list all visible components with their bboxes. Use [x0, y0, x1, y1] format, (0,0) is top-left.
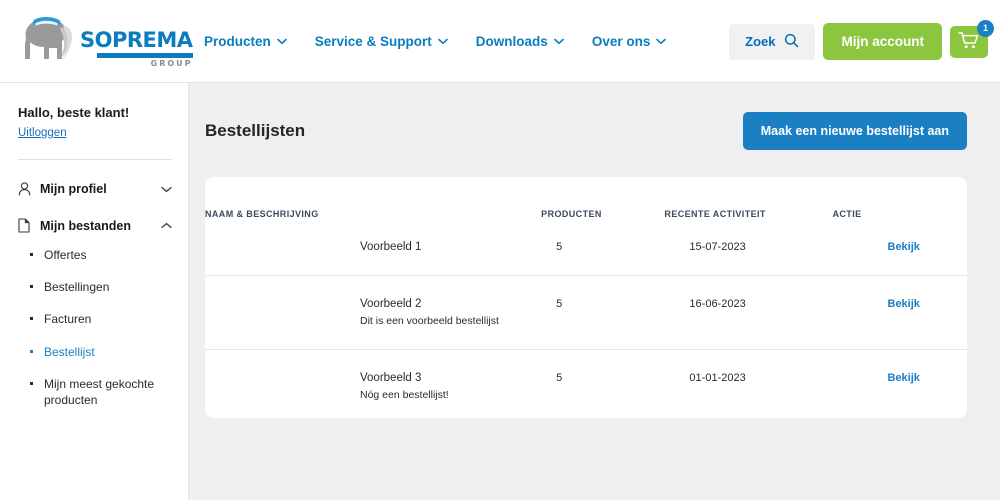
cell-products: 5: [541, 219, 665, 276]
search-icon: [784, 33, 799, 51]
list-name: Voorbeeld 2: [360, 298, 422, 310]
column-header-name: NAAM & BESCHRIJVING: [205, 209, 319, 219]
logo-wordmark: SOPREMA GROUP: [80, 30, 193, 68]
sidebar-group-mijn-profiel[interactable]: Mijn profiel: [18, 182, 172, 196]
cell-action: Bekijk: [833, 350, 968, 424]
column-header-action: ACTIE: [832, 209, 862, 219]
table-row: Voorbeeld 1 5 15-07-2023 Bekijk: [205, 219, 967, 276]
chevron-down-icon: [437, 38, 448, 45]
table-header: NAAM & BESCHRIJVING PRODUCTEN RECENTE AC…: [205, 177, 967, 219]
chevron-down-icon: [554, 38, 564, 45]
table-header-row: NAAM & BESCHRIJVING PRODUCTEN RECENTE AC…: [205, 177, 967, 219]
sidebar-group-label: Mijn bestanden: [40, 218, 131, 233]
list-name: Voorbeeld 1: [360, 241, 422, 253]
sidebar-item-offertes[interactable]: Offertes: [18, 247, 172, 263]
my-account-button[interactable]: Mijn account: [823, 23, 942, 60]
cell-action: Bekijk: [832, 219, 967, 276]
cart-button[interactable]: 1: [950, 19, 994, 58]
user-icon: [18, 182, 40, 196]
shopping-cart-icon: [958, 31, 980, 53]
account-sidebar: Hallo, beste klant! Uitloggen Mijn profi…: [0, 83, 189, 500]
greeting-text: Hallo, beste klant!: [18, 105, 130, 120]
nav-item-label: Downloads: [475, 33, 548, 49]
table-row: Voorbeeld 3 Nóg een bestellijst! 5 01-01…: [205, 350, 967, 424]
sidebar-item-label: Facturen: [44, 312, 92, 327]
nav-item-label: Service & Support: [314, 33, 432, 49]
column-header-activity: RECENTE ACTIVITEIT: [664, 209, 766, 219]
chevron-down-icon: [656, 38, 667, 45]
main-navigation: Producten Service & Support Downloads Ov…: [204, 34, 667, 49]
nav-item-service-support[interactable]: Service & Support: [315, 34, 448, 49]
sidebar-item-bestellijst[interactable]: Bestellijst: [18, 344, 172, 360]
sidebar-divider: [18, 159, 172, 160]
list-description: Dit is een voorbeeld bestellijst: [360, 315, 499, 327]
cell-name: Voorbeeld 1: [205, 219, 542, 276]
page-root: SOPREMA GROUP Producten Service & Suppor…: [0, 0, 1000, 500]
sidebar-item-label: Mijn meest gekochte producten: [44, 376, 155, 407]
view-link[interactable]: Bekijk: [888, 298, 920, 310]
sidebar-item-label: Bestellijst: [44, 344, 95, 359]
search-button-label: Zoek: [745, 34, 776, 49]
view-link[interactable]: Bekijk: [888, 241, 920, 253]
search-button[interactable]: Zoek: [729, 23, 816, 60]
column-header-products: PRODUCTEN: [541, 209, 602, 219]
sidebar-item-bestellingen[interactable]: Bestellingen: [18, 279, 172, 295]
logo-subbrand: GROUP: [150, 59, 193, 68]
main-header: Bestellijsten Maak een nieuwe bestellijs…: [190, 83, 1000, 150]
sidebar-item-facturen[interactable]: Facturen: [18, 311, 172, 327]
cell-name: Voorbeeld 3 Nóg een bestellijst!: [205, 350, 541, 424]
cell-activity: 15-07-2023: [664, 219, 833, 276]
logo-link[interactable]: SOPREMA GROUP: [0, 0, 193, 83]
header-actions: Zoek Mijn account 1: [729, 0, 994, 83]
bullet-icon: [30, 317, 33, 321]
cart-count-badge: 1: [977, 19, 994, 37]
cell-activity: 01-01-2023: [689, 372, 746, 384]
nav-item-downloads[interactable]: Downloads: [476, 34, 564, 49]
nav-item-label: Over ons: [591, 33, 651, 49]
sidebar-group-mijn-bestanden[interactable]: Mijn bestanden: [18, 218, 172, 233]
site-header: SOPREMA GROUP Producten Service & Suppor…: [0, 0, 1000, 83]
cell-products: 5: [556, 372, 563, 384]
order-lists-card: NAAM & BESCHRIJVING PRODUCTEN RECENTE AC…: [205, 177, 967, 418]
chevron-up-icon: [158, 222, 172, 229]
cell-activity: 16-06-2023: [664, 275, 833, 350]
bullet-icon: [30, 253, 33, 256]
nav-item-producten[interactable]: Producten: [204, 34, 287, 49]
bullet-icon: [30, 381, 33, 385]
list-name: Voorbeeld 3: [360, 372, 422, 384]
logout-link[interactable]: Uitloggen: [18, 127, 67, 139]
cell-action: Bekijk: [832, 275, 967, 350]
sidebar-item-label: Offertes: [44, 248, 87, 262]
sidebar-submenu: Offertes Bestellingen Facturen Bestellij…: [18, 247, 172, 408]
document-icon: [18, 218, 40, 233]
list-description: Nóg een bestellijst!: [360, 389, 449, 401]
soprema-logo: SOPREMA GROUP: [16, 14, 193, 68]
page-title: Bestellijsten: [205, 121, 306, 140]
order-lists-table: NAAM & BESCHRIJVING PRODUCTEN RECENTE AC…: [205, 177, 967, 423]
nav-item-label: Producten: [204, 33, 271, 49]
cell-name: Voorbeeld 2 Dit is een voorbeeld bestell…: [205, 275, 542, 350]
sidebar-item-mijn-meest-gekochte-producten[interactable]: Mijn meest gekochte producten: [18, 376, 172, 408]
cell-products: 5: [541, 275, 665, 350]
chevron-down-icon: [158, 186, 172, 193]
main-content: Bestellijsten Maak een nieuwe bestellijs…: [190, 83, 1000, 500]
sidebar-item-label: Bestellingen: [44, 280, 110, 295]
logo-underline: [96, 53, 193, 58]
elephant-logo-icon: [16, 14, 78, 68]
view-link[interactable]: Bekijk: [888, 372, 920, 384]
nav-item-over-ons[interactable]: Over ons: [592, 34, 667, 49]
bullet-icon: [30, 349, 33, 353]
bullet-icon: [30, 285, 33, 289]
chevron-down-icon: [276, 38, 287, 45]
logo-brand: SOPREMA: [80, 28, 193, 52]
create-new-list-button[interactable]: Maak een nieuwe bestellijst aan: [742, 112, 967, 150]
table-body: Voorbeeld 1 5 15-07-2023 Bekijk Voorbeel…: [205, 219, 967, 423]
sidebar-group-label: Mijn profiel: [40, 182, 107, 196]
table-row: Voorbeeld 2 Dit is een voorbeeld bestell…: [205, 275, 967, 350]
